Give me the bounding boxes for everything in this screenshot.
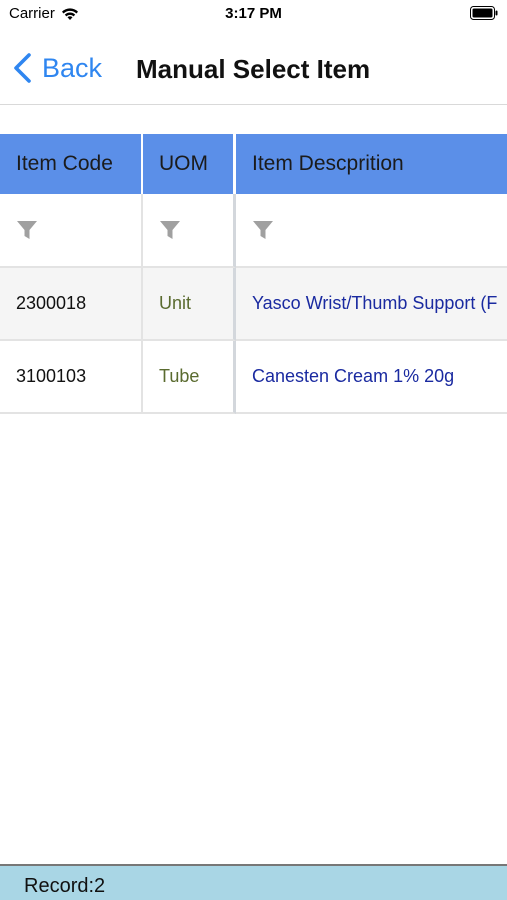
status-time: 3:17 PM — [225, 5, 282, 22]
grid-header-row: Item Code UOM Item Descprition — [0, 134, 507, 194]
record-footer: Record:2 — [0, 864, 507, 900]
back-label: Back — [42, 52, 103, 83]
filter-cell-item-code[interactable] — [0, 194, 143, 268]
filter-icon[interactable] — [16, 219, 38, 241]
screen: Carrier 3:17 PM Back Manual Select Item … — [0, 0, 507, 900]
navigation-bar: Back Manual Select Item — [0, 28, 507, 105]
battery-icon — [470, 6, 498, 20]
column-header-uom[interactable]: UOM — [143, 134, 236, 194]
cell-item-code[interactable]: 3100103 — [0, 341, 143, 414]
status-bar: Carrier 3:17 PM — [0, 0, 507, 28]
cell-uom[interactable]: Unit — [143, 268, 236, 341]
cell-uom[interactable]: Tube — [143, 341, 236, 414]
column-header-item-description[interactable]: Item Descprition — [236, 134, 507, 194]
cell-item-description[interactable]: Yasco Wrist/Thumb Support (F — [236, 268, 507, 341]
chevron-left-icon — [14, 53, 31, 83]
column-header-item-code[interactable]: Item Code — [0, 134, 143, 194]
cell-item-code[interactable]: 2300018 — [0, 268, 143, 341]
table-row[interactable]: 2300018 Unit Yasco Wrist/Thumb Support (… — [0, 268, 507, 341]
filter-icon[interactable] — [252, 219, 274, 241]
back-button[interactable]: Back — [12, 52, 102, 84]
cell-item-description[interactable]: Canesten Cream 1% 20g — [236, 341, 507, 414]
table-row[interactable]: 3100103 Tube Canesten Cream 1% 20g — [0, 341, 507, 414]
filter-cell-item-description[interactable] — [236, 194, 507, 268]
record-count: Record:2 — [24, 875, 106, 897]
page-title: Manual Select Item — [136, 54, 371, 84]
item-grid: Item Code UOM Item Descprition 2300018 U… — [0, 134, 507, 414]
filter-icon[interactable] — [159, 219, 181, 241]
grid-filter-row — [0, 194, 507, 268]
filter-cell-uom[interactable] — [143, 194, 236, 268]
